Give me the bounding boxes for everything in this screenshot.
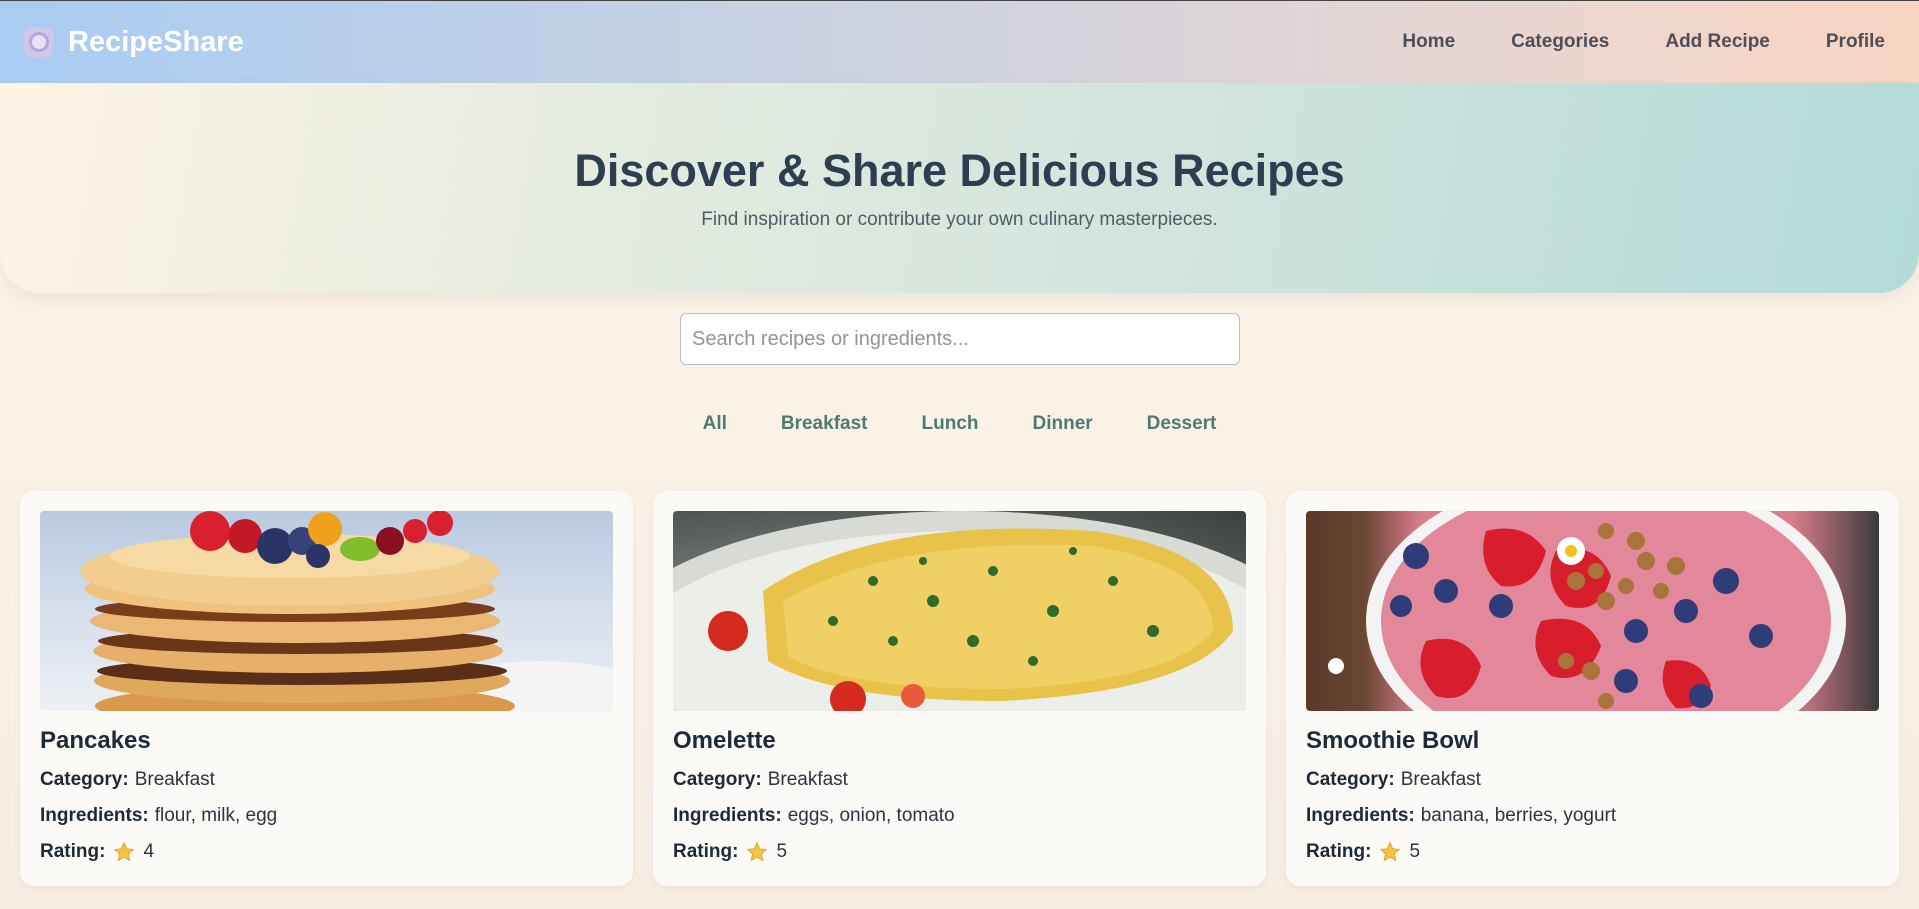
ingredients-value: banana, berries, yogurt [1420, 805, 1617, 826]
recipe-name[interactable]: Smoothie Bowl [1306, 727, 1879, 755]
filter-dessert[interactable]: Dessert [1120, 413, 1244, 435]
recipe-rating: Rating: 4 [40, 841, 613, 863]
nav-profile[interactable]: Profile [1798, 31, 1905, 53]
filter-all[interactable]: All [676, 413, 754, 435]
hero-subtitle: Find inspiration or contribute your own … [701, 209, 1218, 230]
recipe-grid: Pancakes Category: Breakfast Ingredients… [20, 491, 1899, 886]
recipe-ingredients: Ingredients: eggs, onion, tomato [673, 805, 1246, 827]
star-icon [114, 841, 135, 862]
star-icon [747, 841, 768, 862]
recipe-card[interactable]: Pancakes Category: Breakfast Ingredients… [20, 491, 633, 886]
recipe-rating: Rating: 5 [1306, 841, 1879, 863]
category-label: Category: [40, 769, 129, 790]
recipe-card[interactable]: Smoothie Bowl Category: Breakfast Ingred… [1286, 491, 1899, 886]
ingredients-value: flour, milk, egg [154, 805, 278, 826]
rating-value: 5 [776, 841, 788, 862]
filter-breakfast[interactable]: Breakfast [754, 413, 895, 435]
recipe-card[interactable]: Omelette Category: Breakfast Ingredients… [653, 491, 1266, 886]
category-value: Breakfast [767, 769, 848, 790]
recipe-rating: Rating: 5 [673, 841, 1246, 863]
pancakes-photo [40, 511, 613, 711]
star-icon [1380, 841, 1401, 862]
recipe-category: Category: Breakfast [1306, 769, 1879, 791]
hero-title: Discover & Share Delicious Recipes [574, 145, 1345, 196]
brand[interactable]: RecipeShare [24, 26, 244, 59]
category-filters: All Breakfast Lunch Dinner Dessert [0, 413, 1919, 435]
ingredients-label: Ingredients: [1306, 805, 1415, 826]
recipe-category: Category: Breakfast [40, 769, 613, 791]
hero-banner: Discover & Share Delicious Recipes Find … [0, 83, 1919, 293]
main-nav: Home Categories Add Recipe Profile [1374, 31, 1905, 53]
plate-icon [24, 27, 54, 57]
omelette-photo [673, 511, 1246, 711]
rating-value: 5 [1409, 841, 1421, 862]
rating-label: Rating: [40, 841, 106, 862]
recipe-name[interactable]: Pancakes [40, 727, 613, 755]
nav-categories[interactable]: Categories [1483, 31, 1637, 53]
rating-label: Rating: [673, 841, 739, 862]
category-value: Breakfast [134, 769, 215, 790]
nav-home[interactable]: Home [1374, 31, 1483, 53]
nav-add-recipe[interactable]: Add Recipe [1637, 31, 1798, 53]
recipe-name[interactable]: Omelette [673, 727, 1246, 755]
rating-value: 4 [143, 841, 155, 862]
top-nav-bar: RecipeShare Home Categories Add Recipe P… [0, 0, 1919, 83]
ingredients-label: Ingredients: [40, 805, 149, 826]
search-input[interactable] [680, 313, 1240, 365]
recipe-ingredients: Ingredients: banana, berries, yogurt [1306, 805, 1879, 827]
recipe-ingredients: Ingredients: flour, milk, egg [40, 805, 613, 827]
filter-lunch[interactable]: Lunch [894, 413, 1005, 435]
smoothie-bowl-photo [1306, 511, 1879, 711]
rating-label: Rating: [1306, 841, 1372, 862]
category-value: Breakfast [1400, 769, 1481, 790]
ingredients-label: Ingredients: [673, 805, 782, 826]
recipe-category: Category: Breakfast [673, 769, 1246, 791]
brand-name: RecipeShare [68, 25, 244, 58]
filter-dinner[interactable]: Dinner [1005, 413, 1119, 435]
ingredients-value: eggs, onion, tomato [787, 805, 955, 826]
category-label: Category: [673, 769, 762, 790]
category-label: Category: [1306, 769, 1395, 790]
